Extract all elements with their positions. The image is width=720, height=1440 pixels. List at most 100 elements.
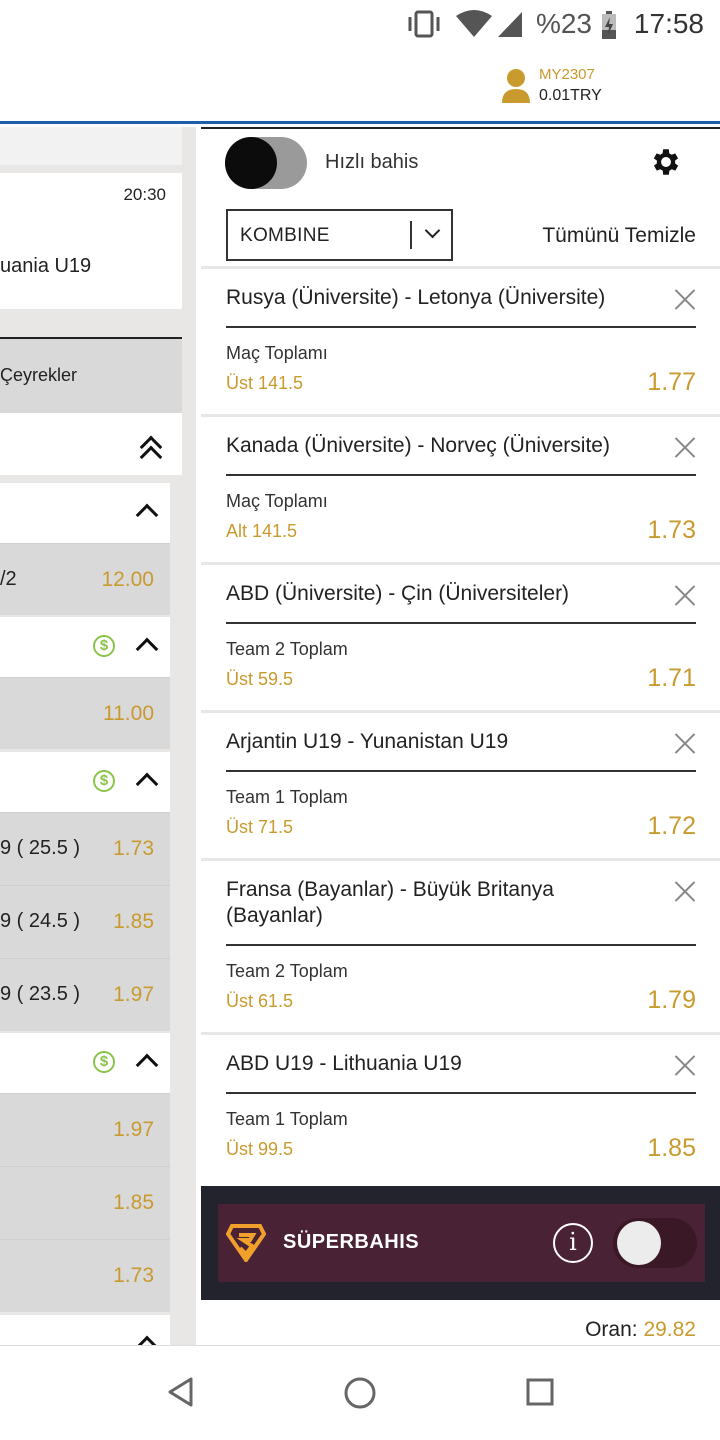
bet-match: Rusya (Üniversite) - Letonya (Üniversite… [226, 286, 606, 309]
bet-list: Rusya (Üniversite) - Letonya (Üniversite… [201, 266, 720, 1180]
chevron-up-icon[interactable] [135, 1335, 159, 1345]
toggle-knob [225, 137, 277, 189]
bet-odd: 1.72 [647, 812, 696, 840]
market-header[interactable] [0, 483, 170, 543]
bet-market: Team 2 Toplam [226, 639, 348, 659]
match-card[interactable]: 20:30 uania U19 [0, 173, 182, 309]
app-header: MY2307 0.01TRY [0, 48, 720, 124]
fast-bet-toggle[interactable] [225, 137, 307, 189]
balance: 0.01TRY [539, 87, 602, 104]
chevron-up-icon[interactable] [135, 637, 159, 661]
odds-row-label: 9 ( 24.5 ) [0, 910, 81, 932]
close-icon[interactable] [674, 584, 696, 606]
odds-row[interactable]: 11.00 [0, 677, 170, 749]
bet-item: Kanada (Üniversite) - Norveç (Üniversite… [201, 414, 720, 562]
superbahis-panel: SÜPERBAHIS i [218, 1204, 705, 1282]
odds-row-label: 9 ( 23.5 ) [0, 983, 81, 1005]
odds-row[interactable]: 9 ( 23.5 ) 1.97 [0, 958, 170, 1031]
bet-selection: Üst 99.5 [226, 1139, 294, 1159]
divider [226, 770, 696, 772]
match-name: uania U19 [0, 255, 92, 277]
odds-value: 11.00 [103, 702, 154, 725]
divider [226, 622, 696, 624]
cashout-dollar-icon: $ [93, 770, 115, 792]
bet-odd: 1.79 [647, 986, 696, 1014]
bet-odd: 1.85 [647, 1134, 696, 1162]
status-bar: %23 17:58 [0, 0, 720, 48]
bet-market: Team 1 Toplam [226, 787, 348, 807]
odds-row[interactable]: /2 12.00 [0, 543, 170, 615]
battery-charging-icon [602, 11, 616, 39]
odds-row[interactable]: 9 ( 24.5 ) 1.85 [0, 885, 170, 958]
close-icon[interactable] [674, 436, 696, 458]
wifi-icon [456, 10, 492, 37]
divider [226, 326, 696, 328]
info-icon[interactable]: i [553, 1223, 593, 1263]
cashout-dollar-icon: $ [93, 1051, 115, 1073]
divider [226, 1092, 696, 1094]
chevron-up-icon[interactable] [135, 1053, 159, 1077]
bet-slip: Hızlı bahis KOMBINE Tümünü Temizle Rusya… [201, 127, 720, 1345]
bet-selection: Üst 141.5 [226, 373, 304, 393]
bet-odd: 1.71 [647, 664, 696, 692]
bet-market: Team 1 Toplam [226, 1109, 348, 1129]
close-icon[interactable] [674, 732, 696, 754]
panel-top-strip [0, 127, 182, 165]
tab-quarters[interactable]: Çeyrekler [0, 337, 182, 413]
bet-item: Fransa (Bayanlar) - Büyük Britanya (Baya… [201, 858, 720, 1032]
bet-market: Team 2 Toplam [226, 961, 348, 981]
chevron-up-icon[interactable] [135, 772, 159, 796]
odds-value: 1.73 [113, 1264, 154, 1287]
bet-selection: Alt 141.5 [226, 521, 298, 541]
total-odds-label: Oran: [585, 1318, 638, 1341]
toggle-knob [617, 1221, 661, 1265]
total-odds-value: 29.82 [643, 1318, 696, 1341]
odds-value: 1.73 [113, 837, 154, 860]
user-icon[interactable] [501, 68, 531, 104]
bet-type-select[interactable]: KOMBINE [226, 209, 453, 261]
total-odds: Oran: 29.82 [585, 1318, 696, 1342]
collapse-all-row[interactable] [0, 413, 182, 475]
home-icon[interactable] [343, 1376, 377, 1410]
bet-match: ABD (Üniversite) - Çin (Üniversiteler) [226, 582, 570, 605]
odds-row[interactable]: 1.85 [0, 1166, 170, 1239]
market-header[interactable]: $ [0, 752, 170, 812]
signal-icon [498, 12, 522, 37]
bet-selection: Üst 59.5 [226, 669, 294, 689]
chevron-up-icon[interactable] [135, 503, 159, 527]
username[interactable]: MY2307 [539, 66, 595, 83]
odds-row[interactable]: 1.97 [0, 1093, 170, 1166]
back-icon[interactable] [166, 1376, 194, 1408]
close-icon[interactable] [674, 288, 696, 310]
market-header[interactable]: $ [0, 1033, 170, 1093]
bet-selection: Üst 61.5 [226, 991, 294, 1011]
bet-item: ABD (Üniversite) - Çin (Üniversiteler) T… [201, 562, 720, 710]
bet-type-value: KOMBINE [240, 225, 330, 246]
bet-match: Arjantin U19 - Yunanistan U19 [226, 730, 509, 753]
odds-row[interactable]: 9 ( 25.5 ) 1.73 [0, 812, 170, 885]
odds-row-label: 9 ( 25.5 ) [0, 837, 81, 859]
odds-value: 1.85 [113, 1191, 154, 1214]
market-header[interactable] [0, 1315, 170, 1345]
divider [226, 944, 696, 946]
odds-value: 1.97 [113, 1118, 154, 1141]
clear-all-button[interactable]: Tümünü Temizle [542, 224, 696, 248]
gear-icon[interactable] [649, 145, 683, 179]
bet-item: ABD U19 - Lithuania U19 Team 1 Toplam Üs… [201, 1032, 720, 1180]
odds-value: 1.85 [113, 910, 154, 933]
odds-value: 12.00 [101, 568, 154, 591]
superbahis-toggle[interactable] [613, 1218, 697, 1268]
odds-row-label: /2 [0, 568, 17, 590]
bet-market: Maç Toplamı [226, 343, 328, 363]
bet-match: Kanada (Üniversite) - Norveç (Üniversite… [226, 434, 610, 457]
battery-percent: %23 [535, 8, 592, 39]
clock: 17:58 [633, 8, 704, 39]
close-icon[interactable] [674, 880, 696, 902]
fast-bet-label: Hızlı bahis [325, 151, 419, 173]
superbahis-logo-icon [226, 1224, 266, 1262]
odds-value: 1.97 [113, 983, 154, 1006]
market-header[interactable]: $ [0, 617, 170, 677]
close-icon[interactable] [674, 1054, 696, 1076]
recent-apps-icon[interactable] [526, 1378, 554, 1406]
odds-row[interactable]: 1.73 [0, 1239, 170, 1312]
